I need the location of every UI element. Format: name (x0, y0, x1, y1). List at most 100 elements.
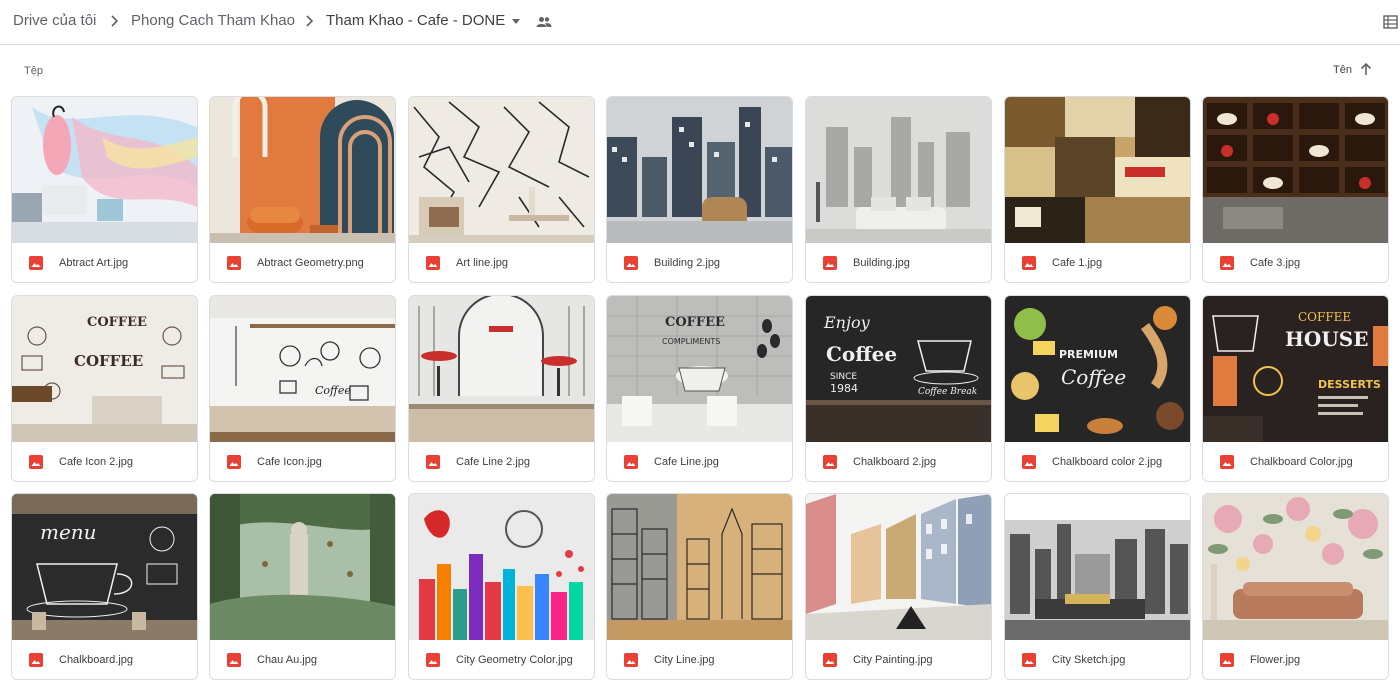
people-icon[interactable] (536, 16, 552, 28)
file-thumbnail[interactable]: PREMIUM Coffee (1005, 296, 1190, 442)
file-card[interactable]: COFFEE COMPLIMENTS Cafe Line.jpg (606, 295, 793, 482)
file-card[interactable]: City Sketch.jpg (1004, 493, 1191, 680)
file-info[interactable]: Building 2.jpg (607, 243, 792, 282)
thumbnail-image: COFFEE HOUSE DESSERTS (1203, 296, 1388, 442)
file-card[interactable]: Cafe 1.jpg (1004, 96, 1191, 283)
file-info[interactable]: Chalkboard Color.jpg (1203, 442, 1388, 481)
thumb-text: SINCE (830, 372, 857, 382)
file-card[interactable]: Cafe Line 2.jpg (408, 295, 595, 482)
file-thumbnail[interactable]: Coffee (210, 296, 395, 442)
file-thumbnail[interactable] (409, 97, 594, 243)
file-info[interactable]: Cafe Icon 2.jpg (12, 442, 197, 481)
thumbnail-image: Enjoy Coffee SINCE 1984 Coffee Break (806, 296, 991, 442)
thumbnail-image (1005, 97, 1190, 243)
file-card[interactable]: City Painting.jpg (805, 493, 992, 680)
file-card[interactable]: PREMIUM Coffee Chalkboard color 2.jpg (1004, 295, 1191, 482)
file-card[interactable]: Building.jpg (805, 96, 992, 283)
file-thumbnail[interactable]: COFFEE COMPLIMENTS (607, 296, 792, 442)
breadcrumb-current[interactable]: Tham Khao - Cafe - DONE (326, 12, 505, 29)
file-info[interactable]: Cafe Line 2.jpg (409, 442, 594, 481)
file-info[interactable]: Art line.jpg (409, 243, 594, 282)
file-info[interactable]: Cafe Line.jpg (607, 442, 792, 481)
file-info[interactable]: Abtract Geometry.png (210, 243, 395, 282)
image-file-icon (823, 256, 837, 270)
file-name: Cafe Line.jpg (654, 456, 719, 468)
thumb-text: Coffee (1061, 365, 1126, 389)
file-card[interactable]: Building 2.jpg (606, 96, 793, 283)
chevron-right-icon (306, 15, 314, 27)
file-card[interactable]: COFFEE COFFEE Cafe Icon 2.jpg (11, 295, 198, 482)
file-card[interactable]: Flower.jpg (1202, 493, 1389, 680)
file-card[interactable]: City Line.jpg (606, 493, 793, 680)
file-info[interactable]: Cafe 3.jpg (1203, 243, 1388, 282)
file-info[interactable]: Abtract Art.jpg (12, 243, 197, 282)
image-file-icon (1220, 653, 1234, 667)
file-name: Abtract Art.jpg (59, 257, 129, 269)
file-thumbnail[interactable]: Enjoy Coffee SINCE 1984 Coffee Break (806, 296, 991, 442)
file-card[interactable]: Art line.jpg (408, 96, 595, 283)
image-file-icon (426, 455, 440, 469)
image-file-icon (227, 653, 241, 667)
file-card[interactable]: Cafe 3.jpg (1202, 96, 1389, 283)
thumb-text: Coffee Break (918, 387, 977, 397)
file-info[interactable]: Cafe 1.jpg (1005, 243, 1190, 282)
file-card[interactable]: menu Chalkboard.jpg (11, 493, 198, 680)
file-thumbnail[interactable] (806, 97, 991, 243)
file-name: City Geometry Color.jpg (456, 654, 573, 666)
file-info[interactable]: Chalkboard 2.jpg (806, 442, 991, 481)
list-view-icon[interactable] (1383, 15, 1398, 29)
file-thumbnail[interactable] (1005, 494, 1190, 640)
top-bar: Drive của tôi Phong Cach Tham Khao Tham … (0, 0, 1400, 45)
thumb-text: Coffee (826, 342, 897, 366)
file-card[interactable]: Enjoy Coffee SINCE 1984 Coffee Break Cha… (805, 295, 992, 482)
file-card[interactable]: Coffee Cafe Icon.jpg (209, 295, 396, 482)
image-file-icon (823, 455, 837, 469)
file-thumbnail[interactable] (1203, 97, 1388, 243)
thumbnail-image: PREMIUM Coffee (1005, 296, 1190, 442)
file-thumbnail[interactable] (607, 97, 792, 243)
file-thumbnail[interactable]: menu (12, 494, 197, 640)
file-card[interactable]: Chau Au.jpg (209, 493, 396, 680)
thumb-text: 1984 (830, 382, 858, 395)
file-thumbnail[interactable] (210, 97, 395, 243)
file-info[interactable]: City Line.jpg (607, 640, 792, 679)
thumbnail-image (1203, 97, 1388, 243)
file-info[interactable]: Flower.jpg (1203, 640, 1388, 679)
file-thumbnail[interactable]: COFFEE COFFEE (12, 296, 197, 442)
file-card[interactable]: Abtract Geometry.png (209, 96, 396, 283)
file-thumbnail[interactable] (409, 494, 594, 640)
file-card[interactable]: City Geometry Color.jpg (408, 493, 595, 680)
file-thumbnail[interactable] (607, 494, 792, 640)
file-name: Chau Au.jpg (257, 654, 317, 666)
file-thumbnail[interactable] (210, 494, 395, 640)
file-info[interactable]: City Sketch.jpg (1005, 640, 1190, 679)
file-info[interactable]: City Painting.jpg (806, 640, 991, 679)
caret-down-icon[interactable] (511, 18, 521, 26)
file-card[interactable]: COFFEE HOUSE DESSERTS Chalkboard Color.j… (1202, 295, 1389, 482)
file-info[interactable]: Cafe Icon.jpg (210, 442, 395, 481)
thumb-text: COFFEE (1298, 310, 1351, 324)
breadcrumb-root[interactable]: Drive của tôi (13, 12, 96, 29)
image-file-icon (227, 256, 241, 270)
file-name: Flower.jpg (1250, 654, 1301, 666)
file-info[interactable]: Chalkboard.jpg (12, 640, 197, 679)
file-thumbnail[interactable] (409, 296, 594, 442)
thumb-text: COFFEE (87, 315, 147, 330)
file-thumbnail[interactable] (1203, 494, 1388, 640)
image-file-icon (426, 653, 440, 667)
arrow-up-icon[interactable] (1359, 61, 1373, 77)
file-info[interactable]: Chalkboard color 2.jpg (1005, 442, 1190, 481)
file-info[interactable]: Chau Au.jpg (210, 640, 395, 679)
file-name: Cafe Icon.jpg (257, 456, 322, 468)
thumbnail-image (607, 97, 792, 243)
file-thumbnail[interactable]: COFFEE HOUSE DESSERTS (1203, 296, 1388, 442)
breadcrumb-parent[interactable]: Phong Cach Tham Khao (131, 12, 295, 29)
file-info[interactable]: City Geometry Color.jpg (409, 640, 594, 679)
file-card[interactable]: Abtract Art.jpg (11, 96, 198, 283)
file-info[interactable]: Building.jpg (806, 243, 991, 282)
file-thumbnail[interactable] (1005, 97, 1190, 243)
sort-by-name-button[interactable]: Tên (1333, 64, 1352, 76)
image-file-icon (1022, 653, 1036, 667)
file-thumbnail[interactable] (806, 494, 991, 640)
file-thumbnail[interactable] (12, 97, 197, 243)
